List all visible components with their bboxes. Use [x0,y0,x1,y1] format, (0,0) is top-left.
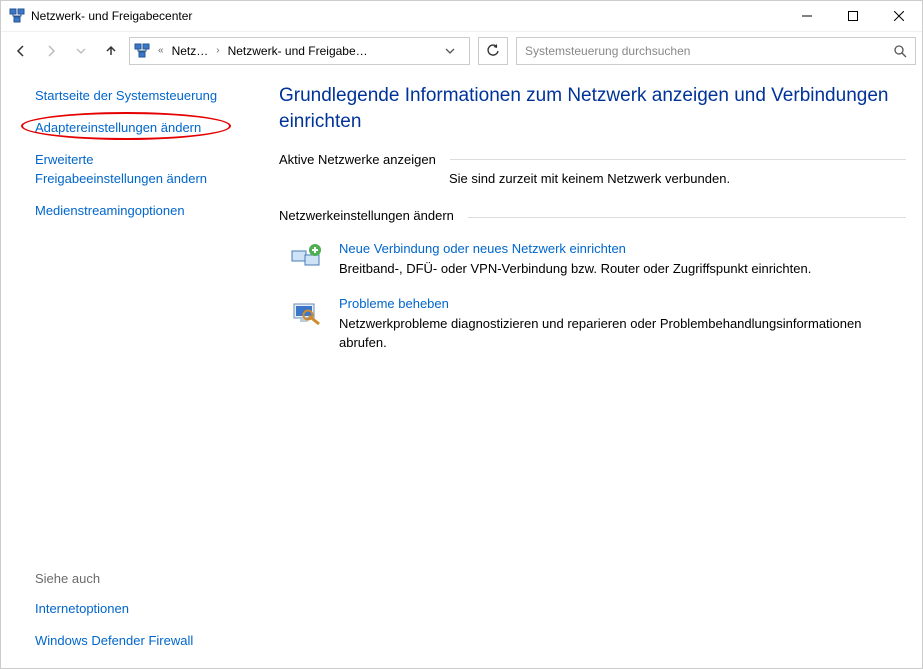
page-heading: Grundlegende Informationen zum Netzwerk … [279,83,906,134]
recent-dropdown[interactable] [67,37,95,65]
search-icon[interactable] [893,44,907,58]
sidebar-link-home[interactable]: Startseite der Systemsteuerung [35,87,251,105]
toolbar: « Netz… › Netzwerk- und Freigabe… [1,31,922,69]
minimize-button[interactable] [784,1,830,31]
sidebar-link-internet-options[interactable]: Internetoptionen [35,600,251,618]
search-input[interactable] [525,44,893,58]
main-panel: Grundlegende Informationen zum Netzwerk … [261,69,922,668]
breadcrumb-separator-icon[interactable]: « [156,45,166,56]
new-connection-icon [289,241,323,275]
sidebar-link-sharing-line2: Freigabeeinstellungen ändern [35,171,207,186]
change-settings-label: Netzwerkeinstellungen ändern [279,208,454,223]
app-icon [9,8,25,24]
divider [450,159,906,160]
maximize-button[interactable] [830,1,876,31]
task-troubleshoot-desc: Netzwerkprobleme diagnostizieren und rep… [339,315,906,351]
breadcrumb-item-1[interactable]: Netz… [172,44,209,58]
task-new-connection-link[interactable]: Neue Verbindung oder neues Netzwerk einr… [339,241,626,256]
sidebar-link-adapter-label: Adaptereinstellungen ändern [35,120,201,135]
title-bar: Netzwerk- und Freigabecenter [1,1,922,31]
address-dropdown-icon[interactable] [445,46,465,56]
task-troubleshoot: Probleme beheben Netzwerkprobleme diagno… [289,296,906,351]
back-button[interactable] [7,37,35,65]
active-networks-label: Aktive Netzwerke anzeigen [279,152,436,167]
sidebar-link-sharing[interactable]: Erweiterte Freigabeeinstellungen ändern [35,151,251,187]
forward-button[interactable] [37,37,65,65]
sidebar-see-also: Siehe auch Internetoptionen Windows Defe… [35,571,251,656]
divider [468,217,906,218]
close-button[interactable] [876,1,922,31]
troubleshoot-icon [289,296,323,330]
see-also-label: Siehe auch [35,571,251,586]
section-active-networks: Aktive Netzwerke anzeigen [279,152,906,167]
sidebar-link-adapter[interactable]: Adaptereinstellungen ändern [35,119,251,137]
content-area: Startseite der Systemsteuerung Adapterei… [1,69,922,668]
breadcrumb-item-2[interactable]: Netzwerk- und Freigabe… [228,44,368,58]
window-controls [784,1,922,31]
address-icon [134,43,150,59]
address-bar[interactable]: « Netz… › Netzwerk- und Freigabe… [129,37,470,65]
up-button[interactable] [97,37,125,65]
chevron-right-icon[interactable]: › [214,45,221,56]
task-troubleshoot-link[interactable]: Probleme beheben [339,296,449,311]
sidebar: Startseite der Systemsteuerung Adapterei… [1,69,261,668]
sidebar-link-sharing-line1: Erweiterte [35,152,94,167]
task-new-connection: Neue Verbindung oder neues Netzwerk einr… [289,241,906,278]
section-change-settings: Netzwerkeinstellungen ändern [279,208,906,227]
sidebar-link-media[interactable]: Medienstreamingoptionen [35,202,251,220]
search-box[interactable] [516,37,916,65]
refresh-button[interactable] [478,37,508,65]
sidebar-link-firewall[interactable]: Windows Defender Firewall [35,632,251,650]
active-networks-status: Sie sind zurzeit mit keinem Netzwerk ver… [449,171,906,186]
task-new-connection-desc: Breitband-, DFÜ- oder VPN-Verbindung bzw… [339,260,906,278]
window-title: Netzwerk- und Freigabecenter [31,9,192,23]
